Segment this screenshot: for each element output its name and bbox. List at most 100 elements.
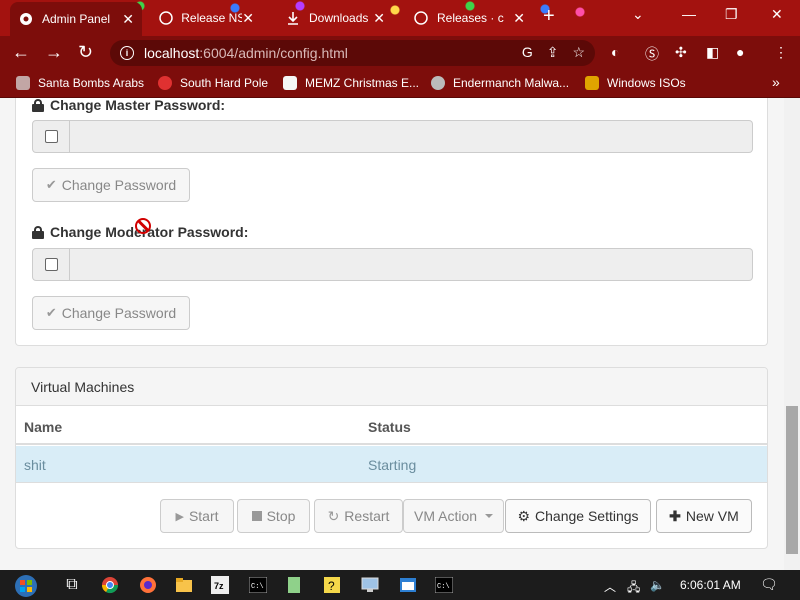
vm-action-dropdown[interactable]: VM Action [403,499,504,533]
button-label: Change Password [61,177,177,193]
moderator-password-group [32,248,753,281]
vm-name-cell: shit [24,457,46,473]
github-icon [413,10,429,26]
help-icon[interactable]: ? [322,575,342,595]
url-host: localhost [144,45,200,61]
google-icon[interactable]: G [522,44,533,61]
bookmark-item[interactable]: Santa Bombs Arabs [16,76,144,90]
page-content: Change Master Password: ✔ Change Passwor… [0,98,784,570]
task-view-icon[interactable]: ⧉ [62,575,82,595]
master-password-label: Change Master Password: [32,98,225,113]
tab-releases[interactable]: Releases · c ✕ [405,4,533,32]
file-explorer-icon[interactable] [174,575,194,595]
menu-kebab-icon[interactable]: ⋮ [774,44,788,61]
svg-text:C:\: C:\ [251,583,264,591]
vm-status-cell: Starting [368,457,417,473]
bookmark-item[interactable]: Endermanch Malwa... [431,76,569,90]
profile-avatar-icon[interactable]: ● [736,44,744,60]
window-close-icon[interactable]: ✕ [771,6,783,23]
moderator-password-field[interactable] [70,248,753,281]
moderator-password-toggle[interactable] [32,248,70,281]
close-icon[interactable]: ✕ [122,11,134,28]
cmd-icon[interactable]: C:\ [434,575,454,595]
change-settings-button[interactable]: ⚙ Change Settings [505,499,651,533]
stop-icon [251,511,262,521]
master-password-toggle[interactable] [32,120,70,153]
refresh-icon: ↻ [327,507,340,524]
bookmark-favicon-icon [158,76,172,90]
network-icon[interactable]: 🖧 [627,578,640,599]
minimize-icon[interactable]: — [682,6,696,22]
lock-icon [32,225,44,239]
notepad-plus-icon[interactable] [284,575,304,595]
cmd-icon[interactable]: C:\ [248,575,268,595]
address-bar[interactable]: i localhost:6004/admin/config.html G ⇪ ☆ [110,40,595,66]
tab-search-icon[interactable]: ⌄ [632,6,644,23]
caret-down-icon [485,514,494,518]
extension-s-icon[interactable]: Ⓢ [645,44,659,64]
bookmark-star-icon[interactable]: ☆ [572,44,585,61]
checkbox[interactable] [44,258,58,271]
svg-text:?: ? [328,579,335,593]
change-master-password-button[interactable]: ✔ Change Password [32,168,190,202]
app-window-icon[interactable] [398,575,418,595]
restart-vm-button[interactable]: ↻ Restart [314,499,403,533]
tab-downloads[interactable]: Downloads ✕ [277,4,393,32]
button-label: Change Settings [535,508,639,524]
start-vm-button[interactable]: ▶ Start [160,499,234,533]
notifications-icon[interactable]: 🗨 [760,576,778,593]
new-tab-button[interactable]: + [543,6,555,26]
new-vm-button[interactable]: ✚ New VM [656,499,752,533]
remote-desktop-icon[interactable] [360,575,380,595]
label-text: Change Master Password: [50,98,226,113]
side-panel-icon[interactable]: ◧ [706,44,719,61]
forward-icon[interactable]: → [45,42,63,62]
restore-icon[interactable]: ❐ [725,6,738,23]
table-row[interactable]: shit Starting [16,446,767,483]
bookmark-label: Santa Bombs Arabs [38,76,145,90]
check-icon: ✔ [45,177,57,192]
checkbox[interactable] [44,130,58,143]
clock[interactable]: 6:06:01 AM [680,578,741,592]
github-icon [158,10,173,26]
url-path: :6004/admin/config.html [199,45,348,61]
bookmark-item[interactable]: MEMZ Christmas E... [283,76,419,90]
close-icon[interactable]: ✕ [513,10,525,27]
check-icon: ✔ [45,305,57,320]
chrome-icon [18,11,34,27]
show-hidden-icons-icon[interactable]: ︿ [604,578,616,595]
button-label: Restart [344,508,390,524]
windows-taskbar: ⧉ 7z C:\ ? C:\ ︿ 🖧 🔈 6:06:01 AM 🗨 [0,570,800,600]
tab-title: Downloads [309,11,369,25]
volume-icon[interactable]: 🔈 [650,578,665,592]
firefox-icon[interactable] [138,575,158,595]
tab-release-ns[interactable]: Release NS ✕ [150,4,262,32]
7zip-icon[interactable]: 7z [210,575,230,595]
start-button-icon[interactable] [12,572,40,600]
bookmark-item[interactable]: South Hard Pole [158,76,268,90]
stop-vm-button[interactable]: Stop [237,499,310,533]
bookmark-label: South Hard Pole [180,76,269,90]
bookmarks-overflow-button[interactable]: » [772,74,780,90]
scrollbar-thumb[interactable] [786,406,798,554]
close-icon[interactable]: ✕ [373,10,385,27]
svg-text:7z: 7z [214,581,224,591]
reload-icon[interactable]: ↻ [78,42,93,62]
change-moderator-password-button[interactable]: ✔ Change Password [32,296,190,330]
tab-title: Release NS [181,11,243,25]
button-label: Stop [266,508,296,524]
site-info-icon[interactable]: i [120,46,134,60]
close-icon[interactable]: ✕ [242,10,254,27]
extensions-puzzle-icon[interactable]: ✣ [675,44,687,61]
bookmark-favicon-icon [16,76,30,90]
master-password-field[interactable] [70,120,753,153]
not-allowed-cursor-icon [135,218,151,234]
back-icon[interactable]: ← [12,42,30,62]
chrome-taskbar-icon[interactable] [100,575,120,595]
bookmark-item[interactable]: Windows ISOs [585,76,686,90]
tab-admin-panel[interactable]: Admin Panel ✕ [10,2,142,36]
share-icon[interactable]: ⇪ [547,44,559,61]
browser-toolbar: ← → ↻ i localhost:6004/admin/config.html… [0,36,800,70]
tab-strip: Admin Panel ✕ Release NS ✕ Downloads ✕ R… [0,0,800,36]
extension-flag-icon[interactable]: ◐ [611,44,619,60]
